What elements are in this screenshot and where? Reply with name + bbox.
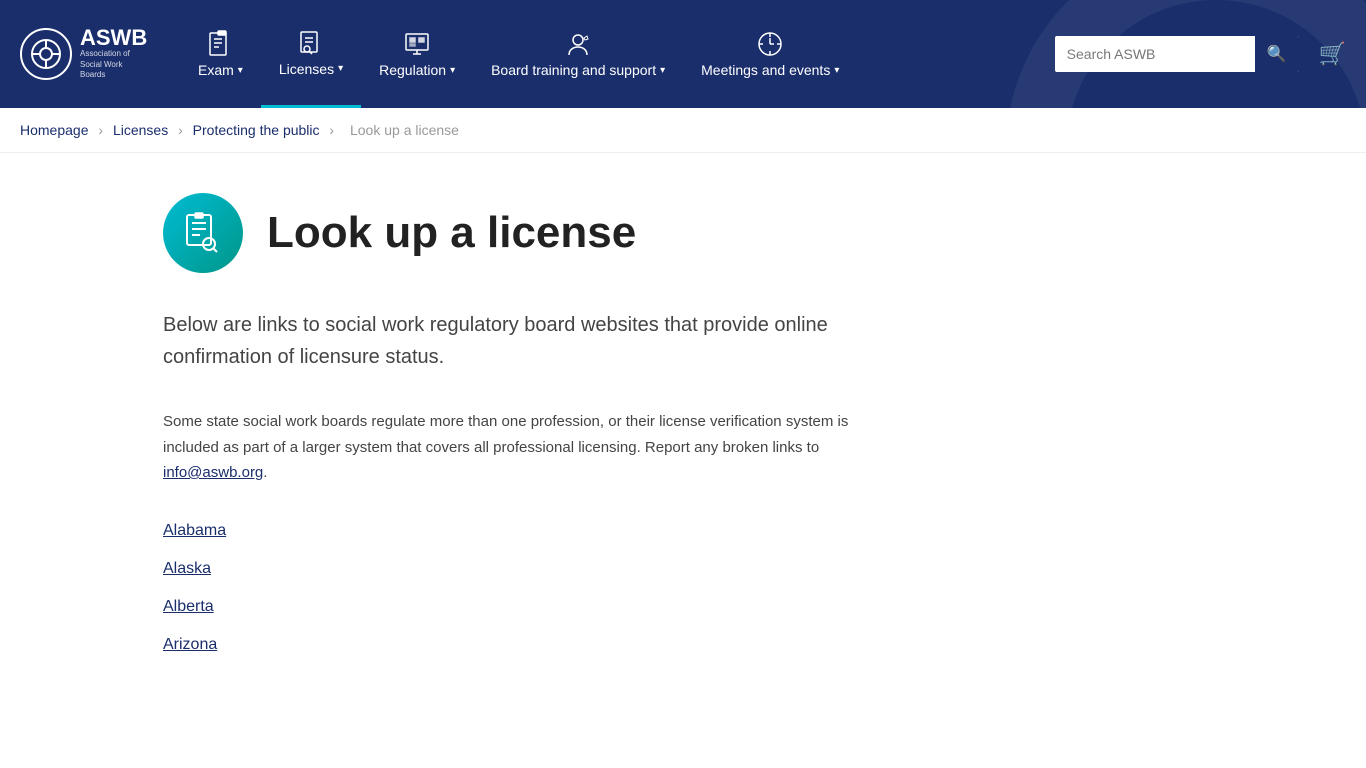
- search-input[interactable]: [1055, 38, 1255, 70]
- main-navigation: ASWB Association of Social Work Boards E…: [0, 0, 1366, 108]
- list-item: Arizona: [163, 636, 1203, 654]
- license-page-icon: [181, 211, 225, 255]
- nav-search-area: 🔍 🛒: [1055, 36, 1346, 72]
- nav-label-meetings: Meetings and events: [701, 62, 830, 78]
- cart-icon[interactable]: 🛒: [1319, 41, 1346, 67]
- nav-item-meetings[interactable]: Meetings and events ▾: [683, 0, 857, 108]
- breadcrumb-homepage[interactable]: Homepage: [20, 122, 89, 138]
- intro-paragraph: Below are links to social work regulator…: [163, 309, 883, 373]
- licenses-caret: ▾: [338, 63, 343, 74]
- breadcrumb: Homepage › Licenses › Protecting the pub…: [0, 108, 1366, 153]
- list-item: Alabama: [163, 522, 1203, 540]
- list-item: Alberta: [163, 598, 1203, 616]
- board-training-caret: ▾: [660, 65, 665, 76]
- email-link[interactable]: info@aswb.org: [163, 464, 263, 481]
- nav-item-board-training[interactable]: Board training and support ▾: [473, 0, 683, 108]
- body-text-content: Some state social work boards regulate m…: [163, 413, 848, 456]
- nav-item-exam[interactable]: Exam ▾: [180, 0, 261, 108]
- nav-item-regulation[interactable]: Regulation ▾: [361, 0, 473, 108]
- page-icon-container: [163, 193, 243, 273]
- logo-emblem: [20, 28, 72, 80]
- list-item: Alaska: [163, 560, 1203, 578]
- alabama-link[interactable]: Alabama: [163, 522, 226, 539]
- licenses-icon: [297, 29, 325, 57]
- alberta-link[interactable]: Alberta: [163, 598, 214, 615]
- nav-item-licenses[interactable]: Licenses ▾: [261, 0, 361, 108]
- meetings-caret: ▾: [834, 65, 839, 76]
- logo-icon: [30, 38, 62, 70]
- nav-label-licenses: Licenses: [279, 61, 334, 77]
- nav-label-board-training: Board training and support: [491, 62, 656, 78]
- page-header: Look up a license: [163, 193, 1203, 273]
- main-content: Look up a license Below are links to soc…: [133, 153, 1233, 714]
- breadcrumb-licenses[interactable]: Licenses: [113, 122, 168, 138]
- regulation-icon: [403, 30, 431, 58]
- arizona-link[interactable]: Arizona: [163, 636, 217, 653]
- search-button[interactable]: 🔍: [1255, 36, 1299, 72]
- breadcrumb-sep-3: ›: [329, 122, 334, 138]
- regulation-caret: ▾: [450, 65, 455, 76]
- logo-text: ASWB: [80, 27, 150, 49]
- breadcrumb-sep-1: ›: [98, 122, 103, 138]
- breadcrumb-sep-2: ›: [178, 122, 183, 138]
- site-logo[interactable]: ASWB Association of Social Work Boards: [20, 27, 150, 80]
- breadcrumb-current: Look up a license: [350, 122, 459, 138]
- exam-icon: [206, 30, 234, 58]
- email-suffix: .: [263, 464, 267, 481]
- nav-label-regulation: Regulation: [379, 62, 446, 78]
- nav-items-container: Exam ▾ Licenses ▾: [180, 0, 1055, 108]
- state-links-list: Alabama Alaska Alberta Arizona: [163, 522, 1203, 654]
- nav-label-exam: Exam: [198, 62, 234, 78]
- exam-caret: ▾: [238, 65, 243, 76]
- alaska-link[interactable]: Alaska: [163, 560, 211, 577]
- logo-subtitle: Association of Social Work Boards: [80, 49, 150, 80]
- search-box: 🔍: [1055, 36, 1299, 72]
- page-title: Look up a license: [267, 208, 636, 258]
- breadcrumb-protecting[interactable]: Protecting the public: [193, 122, 320, 138]
- body-paragraph: Some state social work boards regulate m…: [163, 409, 883, 486]
- meetings-icon: [756, 30, 784, 58]
- board-training-icon: [564, 30, 592, 58]
